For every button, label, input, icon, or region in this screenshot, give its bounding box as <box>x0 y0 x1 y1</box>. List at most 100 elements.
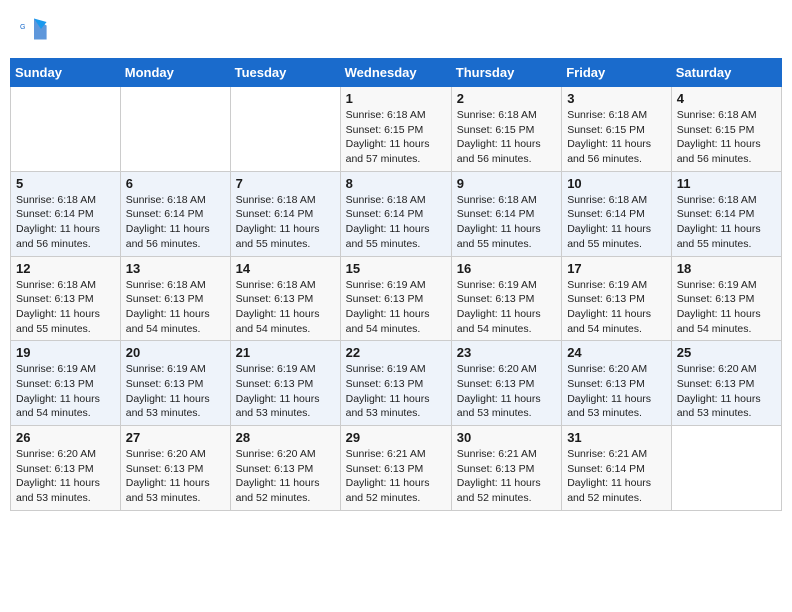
calendar-cell <box>11 87 121 172</box>
column-header-monday: Monday <box>120 59 230 87</box>
day-info: Sunrise: 6:18 AM Sunset: 6:14 PM Dayligh… <box>346 193 446 252</box>
calendar-cell: 20 Sunrise: 6:19 AM Sunset: 6:13 PM Dayli… <box>120 341 230 426</box>
calendar-cell: 21 Sunrise: 6:19 AM Sunset: 6:13 PM Dayli… <box>230 341 340 426</box>
calendar-table: SundayMondayTuesdayWednesdayThursdayFrid… <box>10 58 782 511</box>
calendar-cell: 29Sunrise: 6:21 AM Sunset: 6:13 PM Dayli… <box>340 426 451 511</box>
calendar-cell: 17 Sunrise: 6:19 AM Sunset: 6:13 PM Dayli… <box>562 256 672 341</box>
week-row-3: 12 Sunrise: 6:18 AM Sunset: 6:13 PM Dayli… <box>11 256 782 341</box>
day-number: 26 <box>16 430 115 445</box>
day-info: Sunrise: 6:18 AM Sunset: 6:14 PM Dayligh… <box>567 193 666 252</box>
day-info: Sunrise: 6:20 AM Sunset: 6:13 PM Dayligh… <box>236 447 335 506</box>
day-number: 5 <box>16 176 115 191</box>
day-number: 4 <box>677 91 776 106</box>
day-number: 20 <box>126 345 225 360</box>
day-info: Sunrise: 6:19 AM Sunset: 6:13 PM Dayligh… <box>677 278 776 337</box>
calendar-cell: 30 Sunrise: 6:21 AM Sunset: 6:13 PM Dayli… <box>451 426 561 511</box>
day-number: 3 <box>567 91 666 106</box>
day-number: 2 <box>457 91 556 106</box>
day-info: Sunrise: 6:19 AM Sunset: 6:13 PM Dayligh… <box>126 362 225 421</box>
calendar-cell: 18 Sunrise: 6:19 AM Sunset: 6:13 PM Dayli… <box>671 256 781 341</box>
day-number: 25 <box>677 345 776 360</box>
svg-text:G: G <box>20 24 25 31</box>
calendar-cell: 24 Sunrise: 6:20 AM Sunset: 6:13 PM Dayli… <box>562 341 672 426</box>
calendar-cell: 7 Sunrise: 6:18 AM Sunset: 6:14 PM Daylig… <box>230 171 340 256</box>
day-number: 16 <box>457 261 556 276</box>
calendar-cell: 1Sunrise: 6:18 AM Sunset: 6:15 PM Daylig… <box>340 87 451 172</box>
calendar-cell: 4 Sunrise: 6:18 AM Sunset: 6:15 PM Daylig… <box>671 87 781 172</box>
calendar-cell: 27Sunrise: 6:20 AM Sunset: 6:13 PM Dayli… <box>120 426 230 511</box>
calendar-cell: 15 Sunrise: 6:19 AM Sunset: 6:13 PM Dayli… <box>340 256 451 341</box>
calendar-cell: 31 Sunrise: 6:21 AM Sunset: 6:14 PM Dayli… <box>562 426 672 511</box>
day-info: Sunrise: 6:20 AM Sunset: 6:13 PM Dayligh… <box>567 362 666 421</box>
column-header-thursday: Thursday <box>451 59 561 87</box>
day-number: 30 <box>457 430 556 445</box>
day-info: Sunrise: 6:20 AM Sunset: 6:13 PM Dayligh… <box>16 447 115 506</box>
calendar-cell: 12 Sunrise: 6:18 AM Sunset: 6:13 PM Dayli… <box>11 256 121 341</box>
day-number: 6 <box>126 176 225 191</box>
calendar-cell: 3Sunrise: 6:18 AM Sunset: 6:15 PM Daylig… <box>562 87 672 172</box>
calendar-cell: 23Sunrise: 6:20 AM Sunset: 6:13 PM Dayli… <box>451 341 561 426</box>
day-number: 11 <box>677 176 776 191</box>
day-info: Sunrise: 6:18 AM Sunset: 6:14 PM Dayligh… <box>457 193 556 252</box>
column-header-sunday: Sunday <box>11 59 121 87</box>
day-info: Sunrise: 6:19 AM Sunset: 6:13 PM Dayligh… <box>16 362 115 421</box>
day-number: 8 <box>346 176 446 191</box>
day-number: 9 <box>457 176 556 191</box>
day-info: Sunrise: 6:19 AM Sunset: 6:13 PM Dayligh… <box>346 278 446 337</box>
day-number: 7 <box>236 176 335 191</box>
day-info: Sunrise: 6:18 AM Sunset: 6:14 PM Dayligh… <box>236 193 335 252</box>
calendar-cell: 13 Sunrise: 6:18 AM Sunset: 6:13 PM Dayli… <box>120 256 230 341</box>
calendar-cell: 26 Sunrise: 6:20 AM Sunset: 6:13 PM Dayli… <box>11 426 121 511</box>
day-info: Sunrise: 6:18 AM Sunset: 6:14 PM Dayligh… <box>16 193 115 252</box>
day-info: Sunrise: 6:20 AM Sunset: 6:13 PM Dayligh… <box>677 362 776 421</box>
calendar-cell: 25 Sunrise: 6:20 AM Sunset: 6:13 PM Dayli… <box>671 341 781 426</box>
logo-icon: G <box>20 15 48 43</box>
calendar-cell: 8 Sunrise: 6:18 AM Sunset: 6:14 PM Daylig… <box>340 171 451 256</box>
day-number: 21 <box>236 345 335 360</box>
week-row-2: 5 Sunrise: 6:18 AM Sunset: 6:14 PM Daylig… <box>11 171 782 256</box>
day-info: Sunrise: 6:18 AM Sunset: 6:15 PM Dayligh… <box>457 108 556 167</box>
day-info: Sunrise: 6:18 AM Sunset: 6:15 PM Dayligh… <box>677 108 776 167</box>
day-info: Sunrise: 6:21 AM Sunset: 6:13 PM Dayligh… <box>457 447 556 506</box>
day-info: Sunrise: 6:19 AM Sunset: 6:13 PM Dayligh… <box>346 362 446 421</box>
column-header-friday: Friday <box>562 59 672 87</box>
day-number: 12 <box>16 261 115 276</box>
day-info: Sunrise: 6:21 AM Sunset: 6:13 PM Dayligh… <box>346 447 446 506</box>
calendar-cell: 22 Sunrise: 6:19 AM Sunset: 6:13 PM Dayli… <box>340 341 451 426</box>
column-header-tuesday: Tuesday <box>230 59 340 87</box>
day-info: Sunrise: 6:18 AM Sunset: 6:13 PM Dayligh… <box>126 278 225 337</box>
day-info: Sunrise: 6:19 AM Sunset: 6:13 PM Dayligh… <box>236 362 335 421</box>
day-info: Sunrise: 6:21 AM Sunset: 6:14 PM Dayligh… <box>567 447 666 506</box>
day-number: 17 <box>567 261 666 276</box>
day-number: 24 <box>567 345 666 360</box>
day-number: 14 <box>236 261 335 276</box>
column-header-wednesday: Wednesday <box>340 59 451 87</box>
calendar-cell: 16Sunrise: 6:19 AM Sunset: 6:13 PM Dayli… <box>451 256 561 341</box>
week-row-4: 19Sunrise: 6:19 AM Sunset: 6:13 PM Dayli… <box>11 341 782 426</box>
column-header-saturday: Saturday <box>671 59 781 87</box>
calendar-cell: 6 Sunrise: 6:18 AM Sunset: 6:14 PM Daylig… <box>120 171 230 256</box>
day-number: 23 <box>457 345 556 360</box>
day-number: 18 <box>677 261 776 276</box>
day-info: Sunrise: 6:20 AM Sunset: 6:13 PM Dayligh… <box>126 447 225 506</box>
day-number: 15 <box>346 261 446 276</box>
day-number: 1 <box>346 91 446 106</box>
calendar-cell: 11 Sunrise: 6:18 AM Sunset: 6:14 PM Dayli… <box>671 171 781 256</box>
calendar-cell: 9 Sunrise: 6:18 AM Sunset: 6:14 PM Daylig… <box>451 171 561 256</box>
calendar-cell <box>671 426 781 511</box>
day-info: Sunrise: 6:18 AM Sunset: 6:13 PM Dayligh… <box>16 278 115 337</box>
page-header: G <box>10 10 782 48</box>
day-info: Sunrise: 6:18 AM Sunset: 6:14 PM Dayligh… <box>126 193 225 252</box>
calendar-cell: 10Sunrise: 6:18 AM Sunset: 6:14 PM Dayli… <box>562 171 672 256</box>
calendar-cell: 28Sunrise: 6:20 AM Sunset: 6:13 PM Dayli… <box>230 426 340 511</box>
calendar-cell: 19Sunrise: 6:19 AM Sunset: 6:13 PM Dayli… <box>11 341 121 426</box>
day-info: Sunrise: 6:19 AM Sunset: 6:13 PM Dayligh… <box>567 278 666 337</box>
day-number: 22 <box>346 345 446 360</box>
day-info: Sunrise: 6:18 AM Sunset: 6:14 PM Dayligh… <box>677 193 776 252</box>
calendar-cell: 5 Sunrise: 6:18 AM Sunset: 6:14 PM Daylig… <box>11 171 121 256</box>
logo: G <box>20 15 50 43</box>
day-number: 13 <box>126 261 225 276</box>
week-row-1: 1 Sunrise: 6:18 AM Sunset: 6:15 PM Daylig… <box>11 87 782 172</box>
day-number: 31 <box>567 430 666 445</box>
calendar-cell: 14Sunrise: 6:18 AM Sunset: 6:13 PM Dayli… <box>230 256 340 341</box>
